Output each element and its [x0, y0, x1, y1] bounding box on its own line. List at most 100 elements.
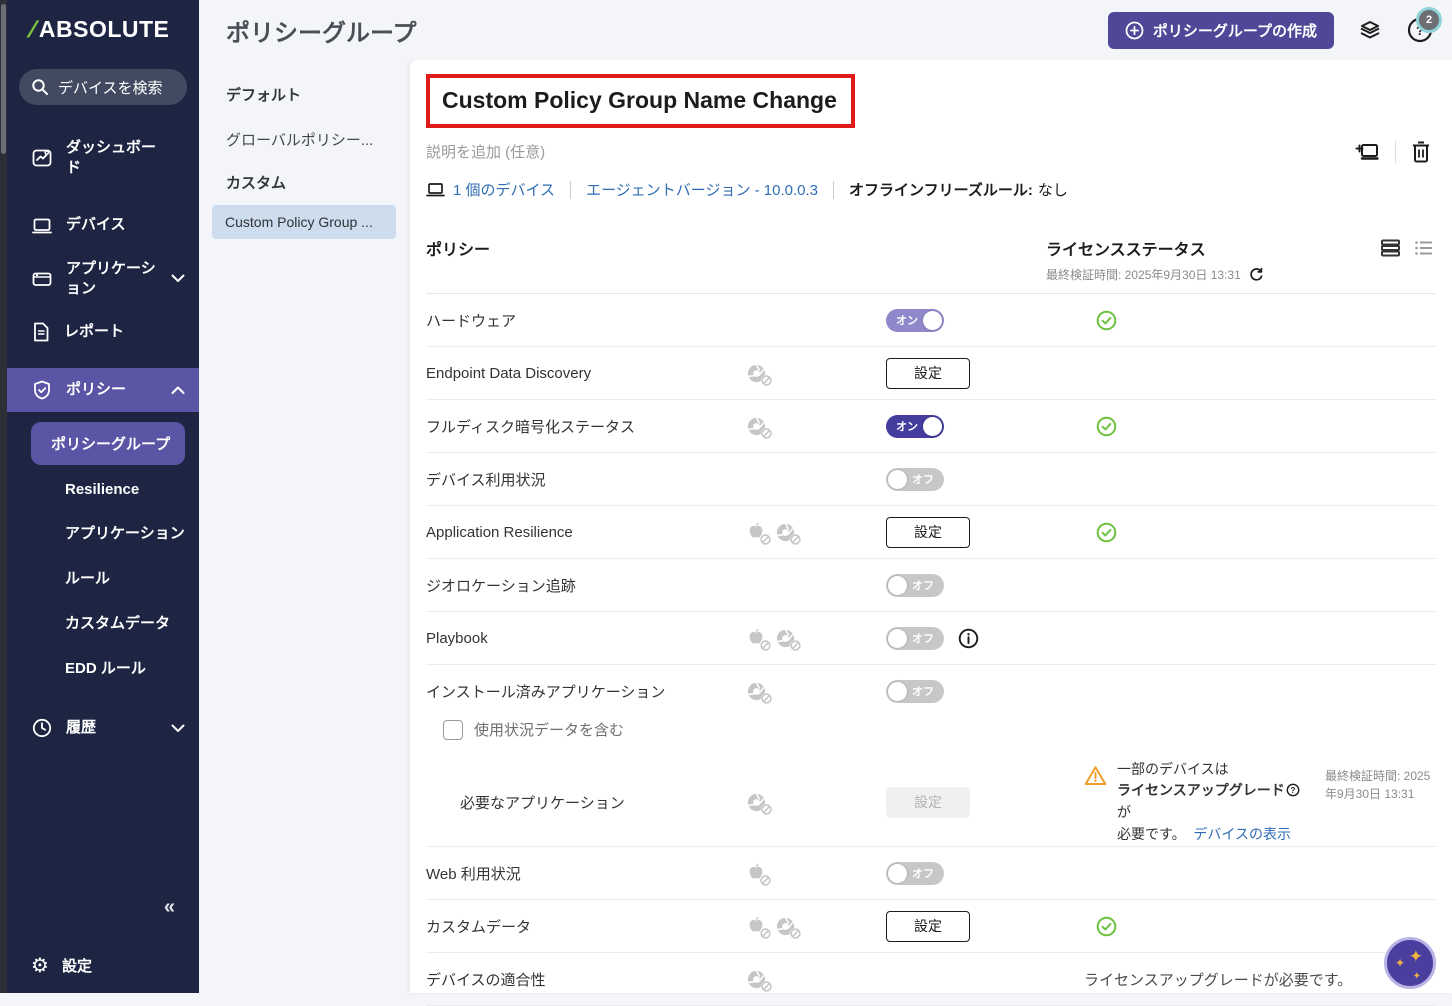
sidebar-subitem-2[interactable]: アプリケーション: [7, 510, 199, 555]
create-policy-group-button[interactable]: ポリシーグループの作成: [1107, 11, 1334, 49]
license-status-column-header: ライセンスステータス: [1046, 242, 1206, 259]
chromeos-unsupported-icon: [746, 363, 772, 386]
sidebar-item-settings[interactable]: ⚙ 設定: [7, 944, 199, 987]
sidebar-subitem-1[interactable]: Resilience: [7, 469, 199, 510]
sidebar-subitem-4[interactable]: カスタムデータ: [7, 600, 199, 645]
chromeos-unsupported-icon: [746, 416, 772, 439]
configure-button[interactable]: 設定: [886, 910, 970, 942]
platform-icons: [746, 969, 886, 992]
policy-name: Application Resilience: [426, 523, 573, 541]
notification-badge: 2: [1416, 7, 1442, 33]
sidebar-item-policies[interactable]: ポリシー: [7, 368, 199, 412]
help-button[interactable]: ? 2: [1406, 7, 1442, 44]
configure-button: 設定: [886, 786, 970, 818]
chromeos-unsupported-icon: [775, 916, 801, 939]
applications-icon: [31, 268, 53, 290]
policy-name: 必要なアプリケーション: [460, 794, 625, 812]
warning-triangle-icon: [1084, 765, 1107, 786]
layers-icon[interactable]: [1356, 16, 1384, 44]
refresh-icon[interactable]: [1249, 267, 1264, 282]
gear-icon: ⚙: [31, 954, 49, 977]
chevron-down-icon: [171, 274, 185, 283]
policy-row: デバイス利用状況 オフ: [426, 452, 1436, 505]
annotation-red-box: Custom Policy Group Name Change: [426, 74, 855, 128]
info-icon[interactable]: [958, 628, 979, 649]
description-placeholder[interactable]: 説明を追加 (任意): [426, 141, 1436, 162]
delete-trash-icon[interactable]: [1410, 140, 1432, 164]
toggle-knob: [888, 469, 907, 489]
policy-toggle[interactable]: オン: [886, 414, 944, 438]
platform-icons: [746, 363, 886, 386]
agent-version-link[interactable]: エージェントバージョン - 10.0.0.3: [586, 179, 818, 200]
policy-toggle[interactable]: オフ: [886, 573, 944, 597]
dashboard-icon: [31, 147, 53, 169]
sidebar-item-reports[interactable]: レポート: [7, 310, 199, 354]
policy-toggle[interactable]: オフ: [886, 467, 944, 491]
page-title: ポリシーグループ: [226, 19, 417, 47]
policy-group-name[interactable]: Custom Policy Group Name Change: [442, 87, 837, 113]
toggle-knob: [923, 310, 942, 330]
circle-plus-icon: [1125, 21, 1144, 40]
sidebar-collapse-button[interactable]: «: [164, 896, 175, 919]
platform-icons: [746, 792, 886, 815]
offline-freeze-rule-value: なし: [1037, 182, 1068, 199]
toggle-knob: [923, 416, 942, 436]
policy-name: ハードウェア: [426, 312, 517, 330]
chromeos-unsupported-icon: [775, 522, 801, 545]
svg-text:?: ?: [1290, 786, 1295, 795]
sidebar-item-dashboard[interactable]: ダッシュボード: [7, 127, 199, 190]
policy-row: カスタムデータ 設定: [426, 899, 1436, 952]
sidebar-item-devices[interactable]: デバイス: [7, 204, 199, 248]
sidebar-subitem-5[interactable]: EDD ルール: [7, 645, 199, 690]
include-usage-data-checkbox[interactable]: [443, 719, 463, 740]
absolute-logo: / ABSOLUTE: [26, 16, 170, 42]
sidebar-item-applications[interactable]: アプリケーション: [7, 248, 199, 311]
scrollbar-thumb[interactable]: [1, 4, 6, 154]
group-item-global-policy[interactable]: グローバルポリシー...: [199, 129, 410, 150]
platform-icons: [746, 627, 886, 651]
chromeos-unsupported-icon: [775, 628, 801, 651]
license-ok-icon: [1096, 916, 1117, 937]
chromeos-unsupported-icon: [746, 969, 772, 992]
license-ok-icon: [1096, 310, 1117, 331]
configure-button[interactable]: 設定: [886, 516, 970, 548]
sidebar-item-history[interactable]: 履歴: [7, 706, 199, 750]
group-section-default: デフォルト: [226, 87, 302, 104]
last-verified-text: 最終検証時間: 2025年9月30日 13:31: [1046, 268, 1241, 282]
policy-toggle[interactable]: オン: [886, 308, 944, 332]
ai-assistant-button[interactable]: ✦ ✦ ✦: [1384, 937, 1436, 989]
assign-devices-icon[interactable]: [1355, 140, 1381, 164]
help-icon[interactable]: ?: [1286, 783, 1300, 797]
chevron-down-icon: [171, 724, 185, 733]
policy-row: ハードウェア オン: [426, 294, 1436, 346]
left-scrollbar[interactable]: [0, 0, 7, 993]
sidebar-subitem-3[interactable]: ルール: [7, 555, 199, 600]
mac-unsupported-icon: [746, 627, 771, 651]
policy-toggle[interactable]: オフ: [886, 861, 944, 885]
policy-table-header: ポリシー ライセンスステータス 最終検証時間: 2025年9月30日 13:31: [426, 236, 1436, 294]
policy-name: フルディスク暗号化ステータス: [426, 418, 635, 436]
list-view-icon[interactable]: [1413, 238, 1434, 258]
policy-row: Web 利用状況 オフ: [426, 846, 1436, 899]
group-item-custom-policy-group[interactable]: Custom Policy Group ...: [212, 205, 396, 239]
platform-icons: [746, 416, 886, 439]
policy-table-body: ハードウェア オン Endpoint Data Discovery 設定 フルデ…: [426, 294, 1436, 1006]
stacked-rows-view-icon[interactable]: [1380, 238, 1401, 258]
devices-count-link[interactable]: 1 個のデバイス: [453, 179, 555, 200]
configure-button[interactable]: 設定: [886, 357, 970, 389]
sparkle-icon: ✦: [1408, 947, 1423, 966]
chromeos-unsupported-icon: [746, 681, 772, 704]
license-ok-icon: [1096, 416, 1117, 437]
policy-name: ジオロケーション追跡: [426, 577, 576, 595]
policy-name: Web 利用状況: [426, 865, 521, 883]
device-search-input[interactable]: デバイスを検索: [19, 69, 187, 105]
policy-toggle[interactable]: オフ: [886, 679, 944, 703]
chevron-up-icon: [171, 386, 185, 395]
sparkle-icon: ✦: [1395, 956, 1406, 970]
toggle-knob: [888, 575, 907, 595]
show-devices-link[interactable]: デバイスの表示: [1193, 826, 1291, 842]
sidebar-subitem-policy-groups[interactable]: ポリシーグループ: [31, 422, 185, 465]
toggle-knob: [888, 863, 907, 883]
sparkle-icon: ✦: [1412, 971, 1421, 982]
policy-toggle[interactable]: オフ: [886, 626, 944, 650]
